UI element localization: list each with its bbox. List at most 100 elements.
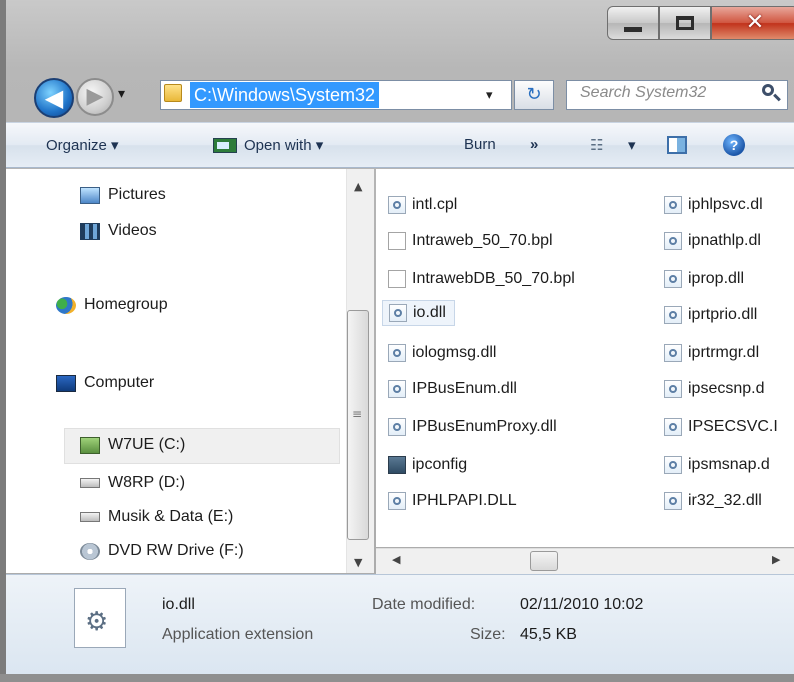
nav-item-dvd-f[interactable]: DVD RW Drive (F:) [80,542,244,560]
dll-file-icon [664,418,682,436]
minimize-button[interactable] [607,6,659,40]
file-item[interactable]: IPHLPAPI.DLL [388,488,517,514]
scroll-right-arrow-icon[interactable]: ▶ [772,553,780,566]
file-name: iprtrmgr.dl [688,344,760,361]
maximize-icon [676,16,694,30]
nav-item-label: Videos [108,222,157,239]
burn-button[interactable]: Burn [464,136,496,153]
nav-item-drive-e[interactable]: Musik & Data (E:) [80,508,233,526]
dll-file-icon [664,196,682,214]
nav-pane-scroll-thumb[interactable] [347,310,369,540]
file-item[interactable]: ipsmsnap.d [664,452,770,478]
change-view-icon[interactable]: ☷ [590,136,603,154]
file-item[interactable]: IPBusEnum.dll [388,376,517,402]
scroll-up-arrow-icon[interactable]: ▲ [354,180,362,193]
window-bottom-border [0,674,794,682]
nav-item-label: Computer [84,374,155,391]
file-item[interactable]: Intraweb_50_70.bpl [388,228,553,254]
drive-icon [80,478,100,488]
system-drive-icon [80,436,100,454]
file-item[interactable]: ipnathlp.dl [664,228,761,254]
file-name: ipconfig [412,456,468,473]
dll-file-icon [664,456,682,474]
file-item[interactable]: iologmsg.dll [388,340,496,366]
details-date-label: Date modified: [372,596,476,613]
minimize-icon [624,26,642,32]
preview-pane-icon[interactable] [667,136,687,154]
forward-button[interactable]: ▶ [76,78,114,116]
dll-file-icon [389,304,407,322]
dll-file-icon [664,270,682,288]
file-name: ipnathlp.dl [688,232,761,249]
dvd-icon [80,542,100,560]
folder-icon [164,84,182,102]
nav-item-videos[interactable]: Videos [80,222,157,240]
file-name: ipsecsnp.d [688,380,765,397]
file-item[interactable]: iphlpsvc.dl [664,192,763,218]
refresh-button[interactable]: ↻ [514,80,554,110]
search-placeholder[interactable]: Search System32 [580,84,706,102]
file-item[interactable]: ipconfig [388,452,467,478]
open-with-button[interactable]: Open with ▾ [244,136,323,154]
file-name: Intraweb_50_70.bpl [412,232,553,249]
maximize-button[interactable] [659,6,711,40]
file-name: IPBusEnumProxy.dll [412,418,557,435]
view-options-dropdown[interactable]: ▾ [628,136,636,154]
file-item[interactable]: iprtrmgr.dl [664,340,759,366]
pictures-icon [80,186,100,204]
details-size-label: Size: [470,626,506,643]
nav-item-label: W8RP (D:) [108,474,186,491]
address-path[interactable]: C:\Windows\System32 [190,82,380,108]
file-name: IPSECSVC.I [688,418,778,435]
help-icon[interactable]: ? [723,134,745,156]
file-item[interactable]: IPSECSVC.I [664,414,778,440]
file-item[interactable]: ir32_32.dll [664,488,762,514]
file-item-selected[interactable]: io.dll [382,300,455,326]
back-button[interactable]: ◀ [34,78,74,118]
file-name: iphlpsvc.dl [688,196,763,213]
computer-icon [56,374,76,392]
organize-button[interactable]: Organize ▾ [46,136,119,154]
file-list-scroll-thumb[interactable] [530,551,558,571]
file-item[interactable]: intl.cpl [388,192,457,218]
nav-item-drive-d[interactable]: W8RP (D:) [80,474,185,492]
file-name: iologmsg.dll [412,344,497,361]
address-dropdown[interactable]: ▾ [486,88,493,103]
file-name: iprtprio.dll [688,306,758,323]
nav-item-label: DVD RW Drive (F:) [108,542,244,559]
file-item[interactable]: IPBusEnumProxy.dll [388,414,557,440]
dll-file-icon [388,492,406,510]
scroll-down-arrow-icon[interactable]: ▼ [354,556,362,569]
nav-item-drive-c[interactable]: W7UE (C:) [80,436,185,454]
nav-item-computer[interactable]: Computer [56,374,154,392]
nav-item-pictures[interactable]: Pictures [80,186,166,204]
file-name: IntrawebDB_50_70.bpl [412,270,575,287]
file-name: ipsmsnap.d [688,456,770,473]
file-item[interactable]: iprtprio.dll [664,302,757,328]
dll-file-icon [388,380,406,398]
dll-file-icon [664,232,682,250]
forward-arrow-icon: ▶ [86,84,104,109]
bpl-file-icon [388,270,406,288]
close-button[interactable]: ✕ [711,6,794,40]
homegroup-icon [56,296,76,314]
file-name: iprop.dll [688,270,745,287]
recent-pages-dropdown[interactable]: ▾ [118,86,125,102]
close-icon: ✕ [745,10,765,35]
file-list-scrollbar[interactable] [376,548,794,574]
dll-file-icon [664,492,682,510]
bpl-file-icon [388,232,406,250]
window-controls: ✕ [607,6,794,42]
scroll-left-arrow-icon[interactable]: ◀ [392,553,400,566]
nav-item-label: Musik & Data (E:) [108,508,234,525]
more-commands-button[interactable]: » [530,136,538,153]
file-item[interactable]: IntrawebDB_50_70.bpl [388,266,575,292]
nav-item-homegroup[interactable]: Homegroup [56,296,168,314]
file-item[interactable]: ipsecsnp.d [664,376,765,402]
search-icon[interactable] [762,84,774,96]
file-name: intl.cpl [412,196,458,213]
file-item[interactable]: iprop.dll [664,266,744,292]
nav-item-label: W7UE (C:) [108,436,186,453]
dll-file-icon [664,380,682,398]
exe-file-icon [388,456,406,474]
